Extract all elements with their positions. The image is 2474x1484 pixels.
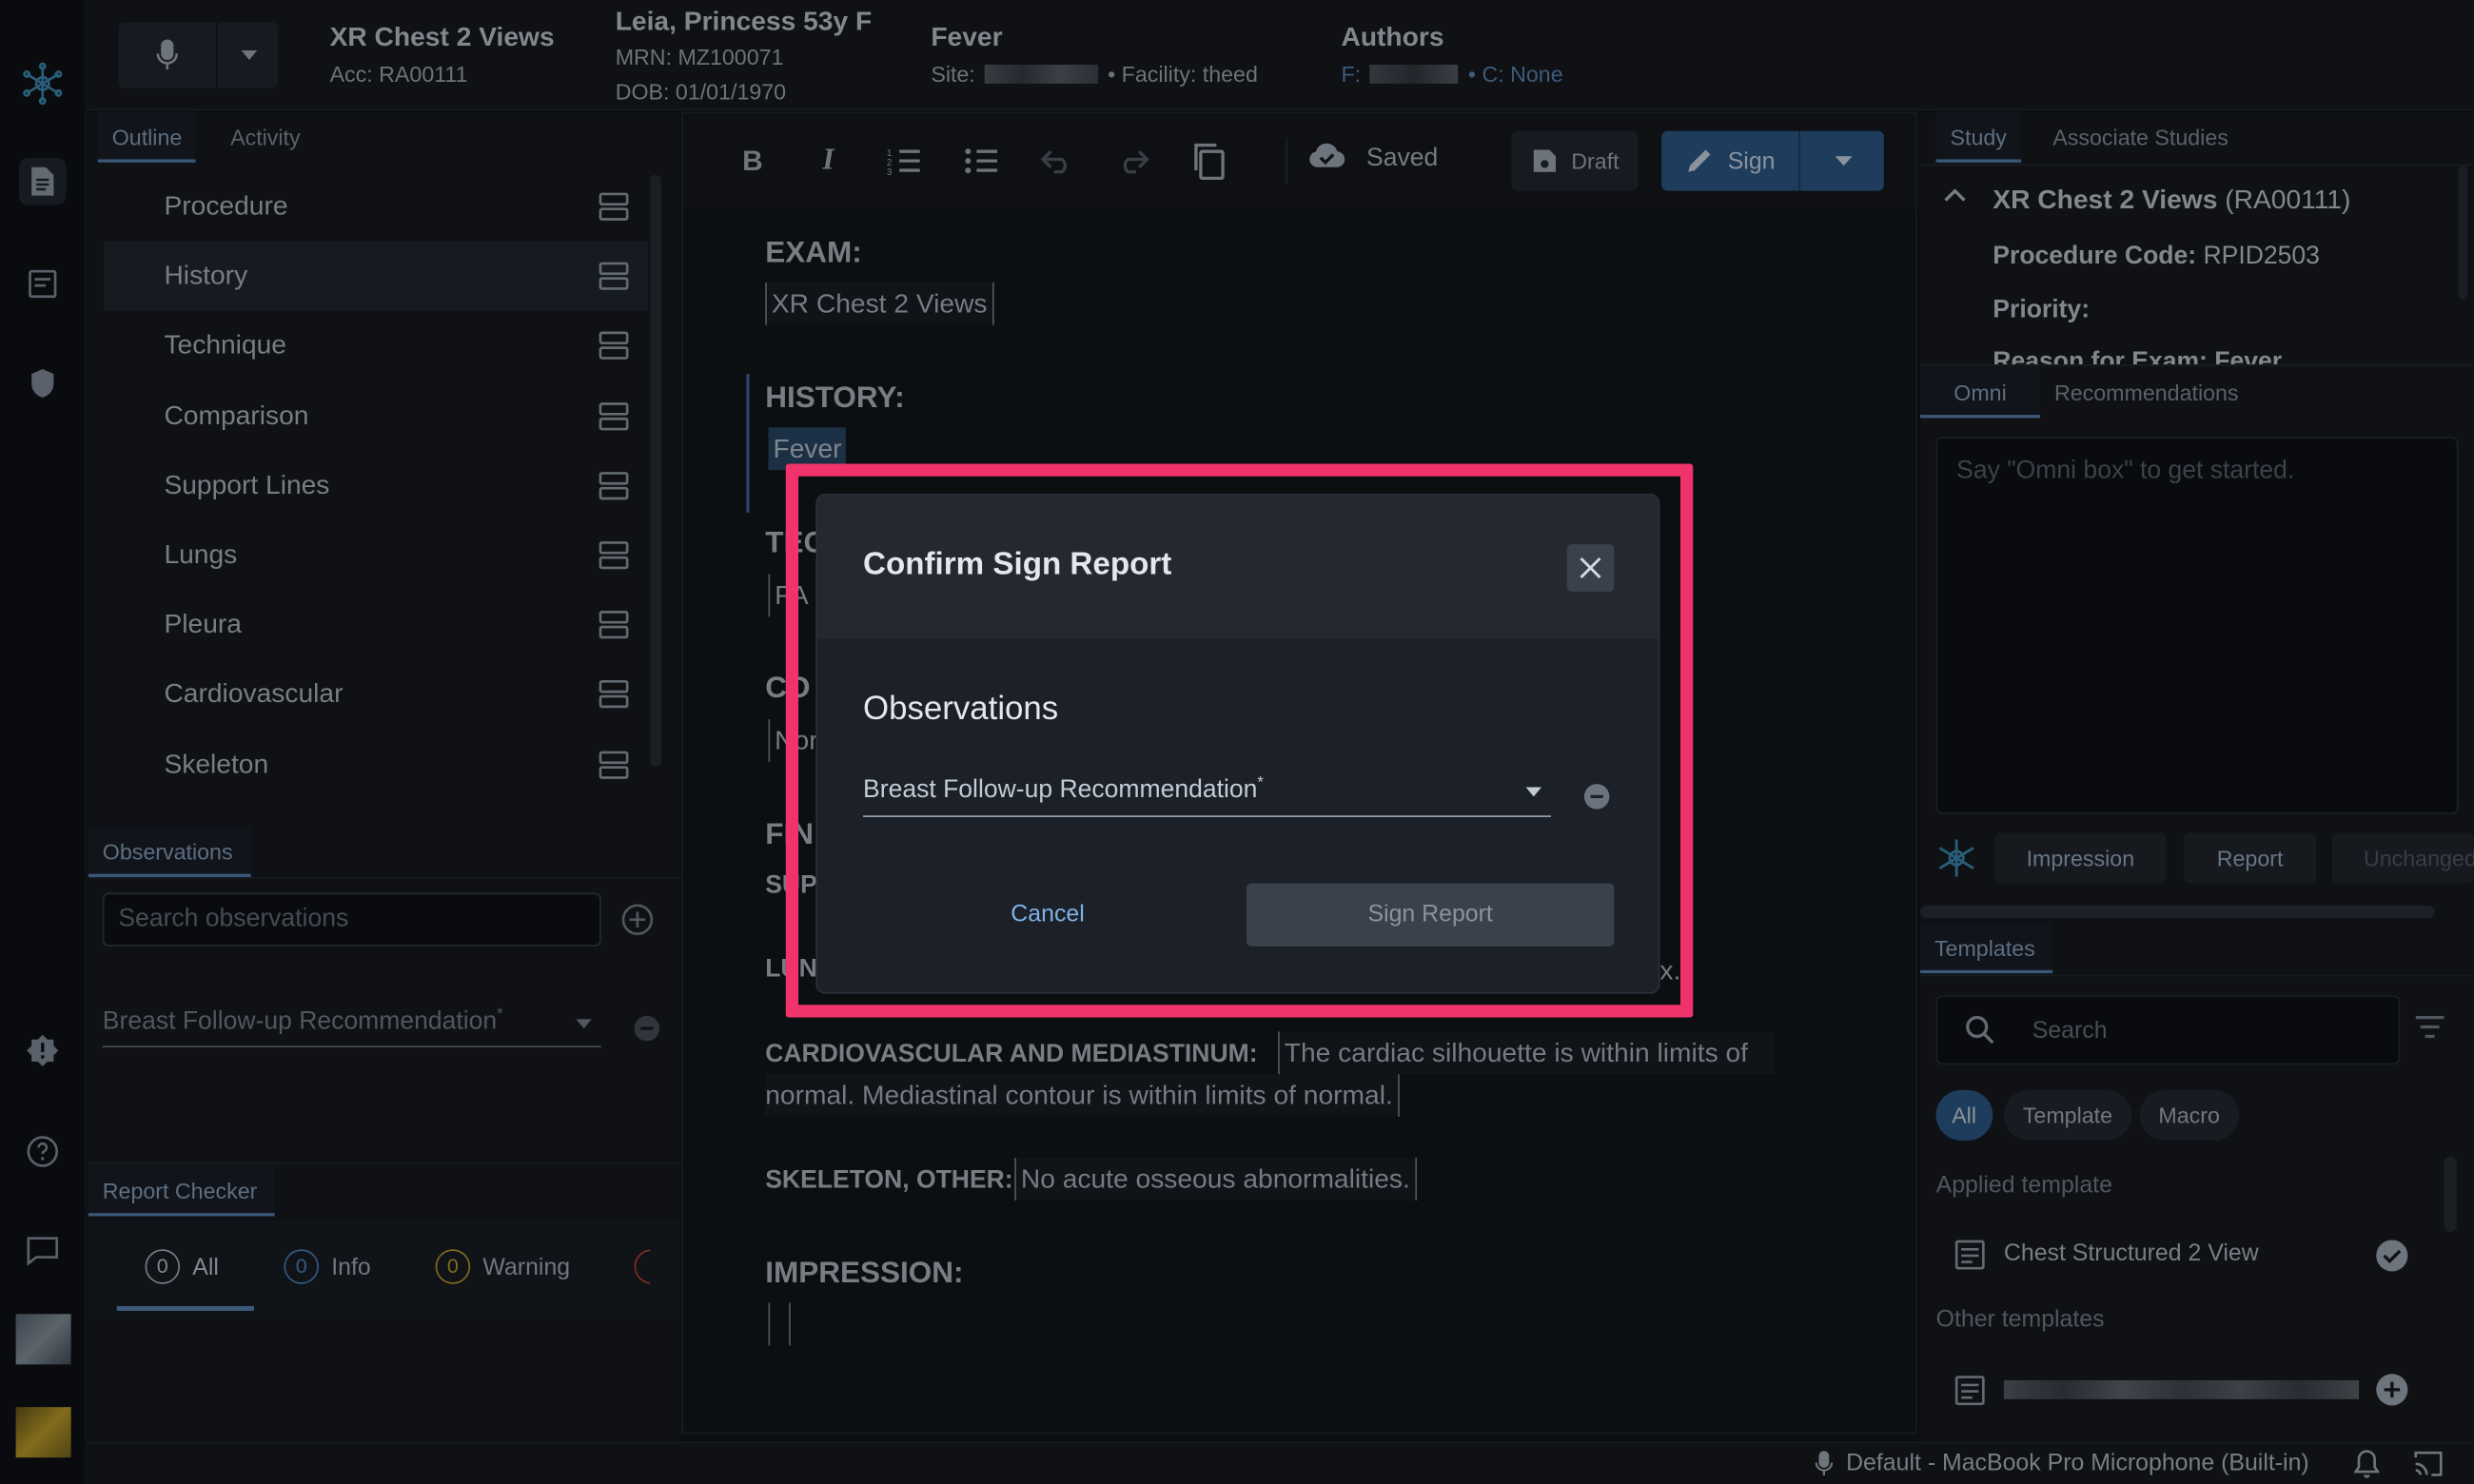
highlight-annotation: [785, 463, 1694, 1018]
